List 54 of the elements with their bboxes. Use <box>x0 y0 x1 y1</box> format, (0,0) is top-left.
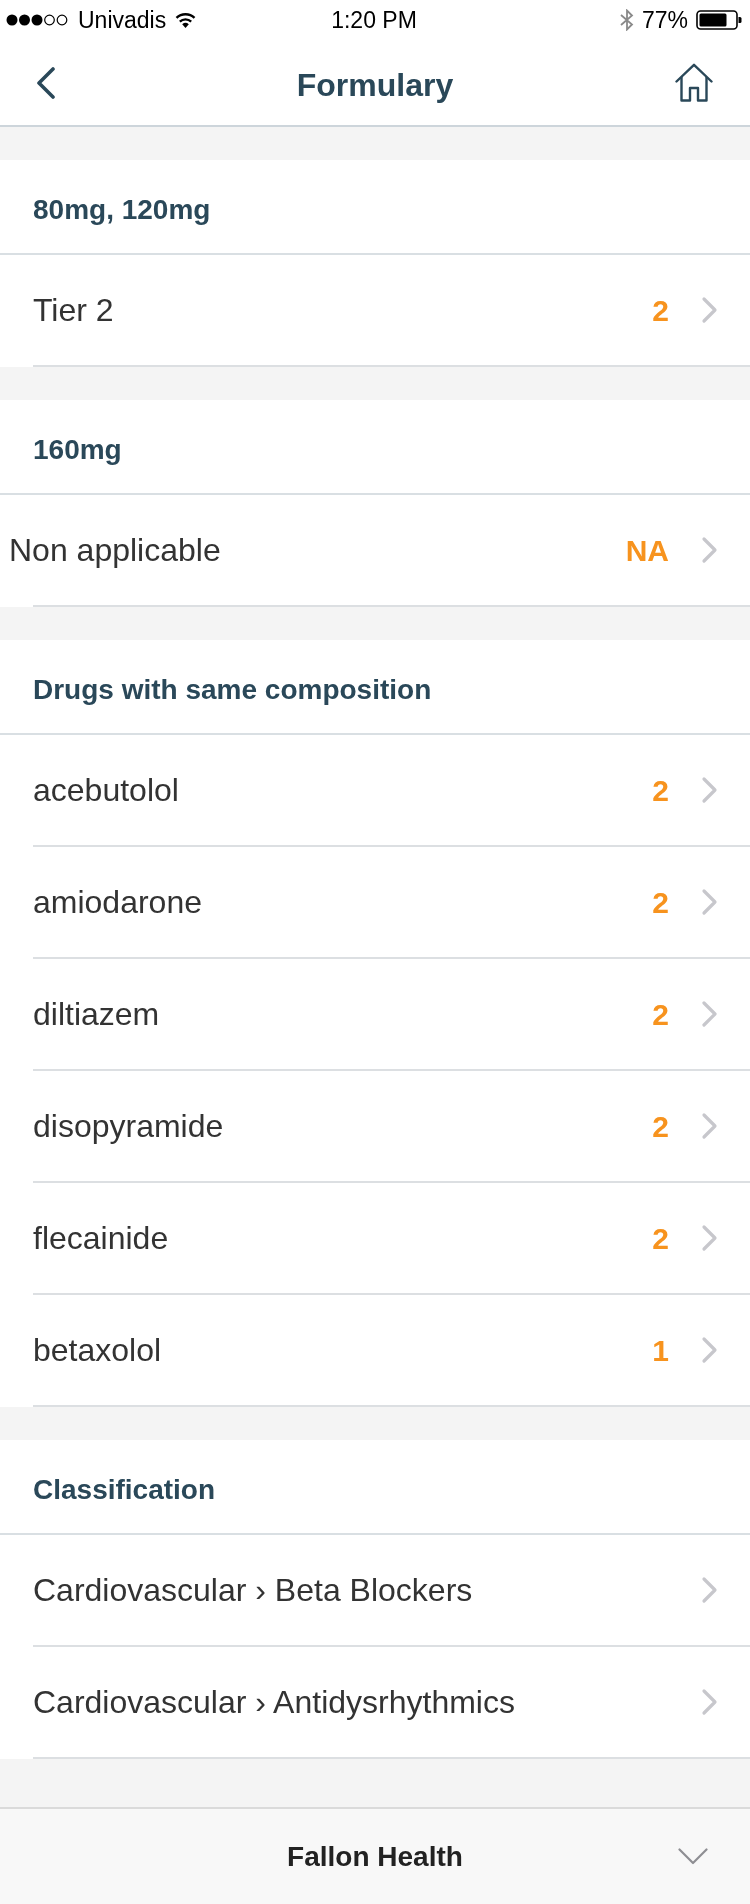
section-title: 80mg, 120mg <box>33 192 211 227</box>
battery-percentage: 77% <box>641 5 688 35</box>
row-label: Cardiovascular › Antidysrhythmics <box>33 1683 515 1722</box>
chevron-down-icon[interactable] <box>678 1848 708 1865</box>
row-label: acebutolol <box>33 771 179 810</box>
list-row[interactable]: acebutolol 2 <box>0 735 750 847</box>
tier-value: NA <box>625 532 669 569</box>
section-title: 160mg <box>33 432 122 467</box>
section-title: Classification <box>33 1472 216 1507</box>
list-row[interactable]: amiodarone 2 <box>0 847 750 959</box>
back-icon <box>36 66 56 99</box>
home-icon <box>675 63 713 102</box>
list-row[interactable]: Cardiovascular › Antidysrhythmics <box>0 1647 750 1759</box>
tier-value: 2 <box>652 996 669 1033</box>
row-label: betaxolol <box>33 1331 162 1370</box>
row-label: Tier 2 <box>33 291 114 330</box>
carrier-name: Univadis <box>78 5 167 35</box>
chevron-right-icon <box>701 1688 718 1716</box>
row-label: Cardiovascular › Beta Blockers <box>33 1571 473 1610</box>
list-row[interactable]: Non applicable NA <box>0 495 750 607</box>
battery-icon <box>696 10 742 30</box>
chevron-right-icon <box>701 1112 718 1140</box>
wifi-icon <box>175 12 197 28</box>
chevron-right-icon <box>701 1336 718 1364</box>
list-row[interactable]: Cardiovascular › Beta Blockers <box>0 1535 750 1647</box>
chevron-right-icon <box>701 888 718 916</box>
row-label: Non applicable <box>9 531 221 570</box>
status-time: 1:20 PM <box>331 5 417 35</box>
row-label: amiodarone <box>33 883 202 922</box>
page-title: Formulary <box>296 65 454 105</box>
tier-value: 2 <box>652 292 669 329</box>
tier-value: 2 <box>652 884 669 921</box>
list-row[interactable]: betaxolol 1 <box>0 1295 750 1407</box>
row-label: disopyramide <box>33 1107 224 1146</box>
bluetooth-icon <box>619 9 634 31</box>
chevron-right-icon <box>701 1224 718 1252</box>
signal-strength-icon <box>6 14 69 26</box>
plan-name: Fallon Health <box>287 1839 463 1874</box>
chevron-right-icon <box>701 1000 718 1028</box>
chevron-right-icon <box>701 776 718 804</box>
list-row[interactable]: flecainide 2 <box>0 1183 750 1295</box>
tier-value: 2 <box>652 772 669 809</box>
chevron-right-icon <box>701 536 718 564</box>
tier-value: 1 <box>652 1332 669 1369</box>
section-title: Drugs with same composition <box>33 672 432 707</box>
tier-value: 2 <box>652 1108 669 1145</box>
row-label: diltiazem <box>33 995 160 1034</box>
row-label: flecainide <box>33 1219 169 1258</box>
chevron-right-icon <box>701 296 718 324</box>
list-row[interactable]: diltiazem 2 <box>0 959 750 1071</box>
chevron-right-icon <box>701 1576 718 1604</box>
list-row[interactable]: Tier 2 2 <box>0 255 750 367</box>
tier-value: 2 <box>652 1220 669 1257</box>
list-row[interactable]: disopyramide 2 <box>0 1071 750 1183</box>
